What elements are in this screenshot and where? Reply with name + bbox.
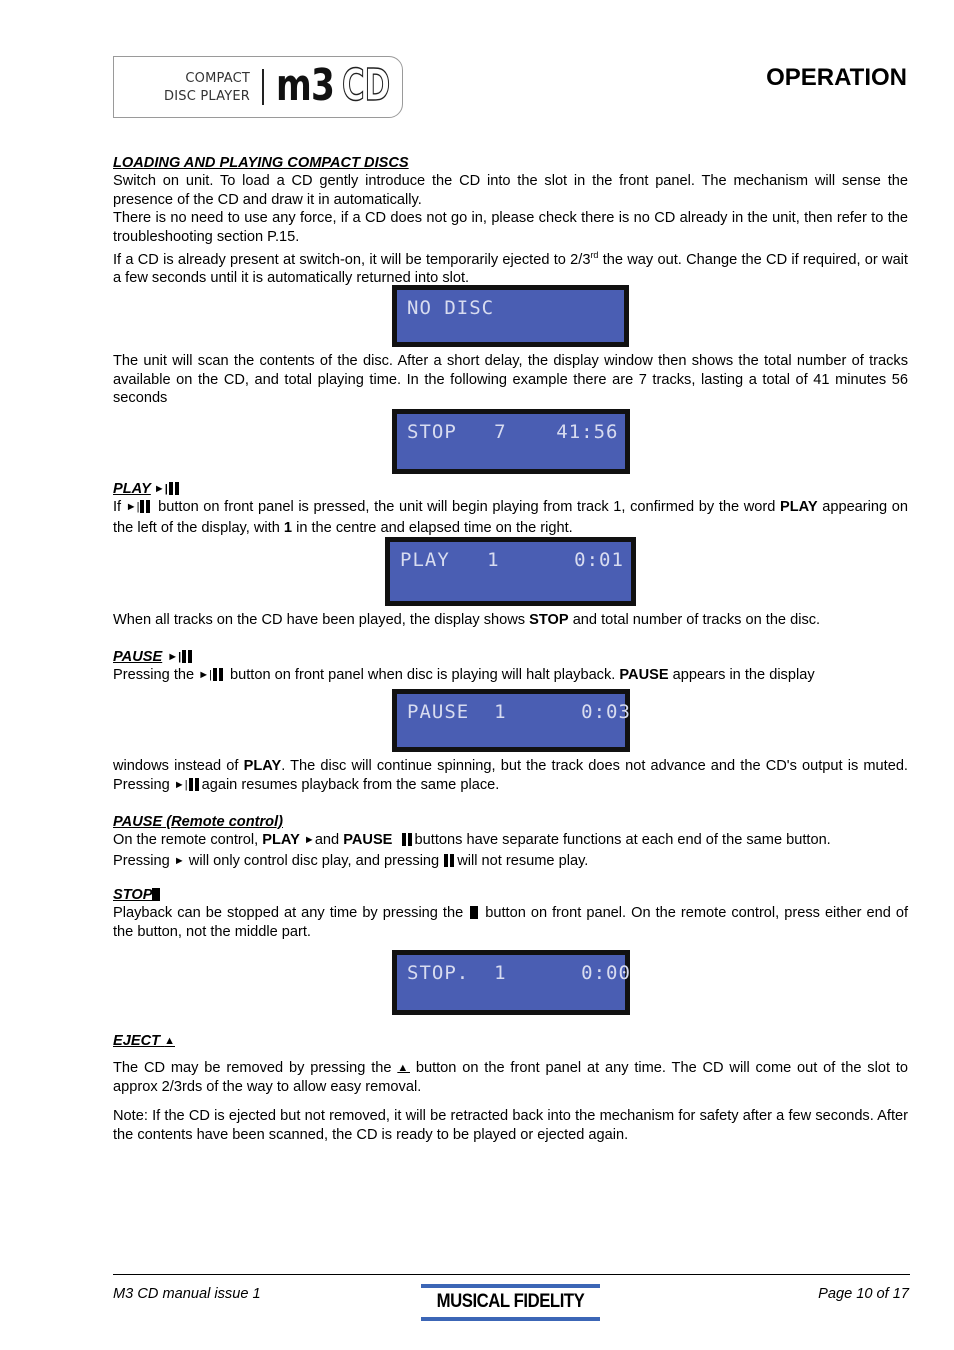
pause-icon	[401, 833, 414, 852]
text: buttons have separate functions at each …	[414, 832, 831, 848]
bold-text: PLAY	[262, 832, 300, 848]
play-pause-icon: ►|	[167, 648, 195, 668]
logo-line-compact: COMPACT	[185, 71, 250, 86]
heading-pause-remote: PAUSE (Remote control)	[113, 814, 284, 830]
stop-icon	[152, 888, 161, 901]
bold-text: STOP	[529, 612, 569, 628]
lcd-text: PLAY 1 0:01	[400, 549, 624, 571]
logo-line-disc-player: DISC PLAYER	[164, 89, 250, 104]
pause-icon	[188, 777, 201, 797]
play-skip-icon: ►|	[198, 669, 212, 681]
eject-note: Note: If the CD is ejected but not remov…	[113, 1108, 908, 1143]
text: The CD may be removed by pressing the	[113, 1060, 398, 1076]
text: and total number of tracks on the disc.	[568, 612, 821, 628]
text: in the centre and elapsed time on the ri…	[292, 519, 573, 536]
lcd-text: PAUSE 1 0:03	[407, 701, 631, 723]
text: and	[314, 832, 344, 848]
footer-page-number: Page 10 of 17	[818, 1286, 909, 1302]
lcd-text: STOP. 1 0:00	[407, 962, 631, 984]
logo-suffix: CD	[342, 59, 391, 111]
play-paragraph-1: If ►| button on front panel is pressed, …	[113, 498, 908, 537]
eject-icon: ▲	[397, 1062, 410, 1074]
heading-eject: EJECT ▲	[113, 1032, 908, 1050]
stop-paragraph: Playback can be stopped at any time by p…	[113, 904, 908, 941]
loading-paragraph-2: There is no need to use any force, if a …	[113, 210, 908, 245]
footer-divider	[113, 1274, 910, 1275]
lcd-display-pause: PAUSE 1 0:03	[392, 689, 630, 752]
stop-icon	[470, 906, 479, 919]
text: When all tracks on the CD have been play…	[113, 612, 530, 628]
eject-icon: ▲	[164, 1035, 175, 1047]
brand-name: MUSICAL FIDELITY	[436, 1291, 585, 1312]
brand-logo: MUSICAL FIDELITY	[421, 1284, 600, 1322]
logo-model: m3	[276, 60, 335, 111]
lcd-display-no-disc: NO DISC	[392, 285, 629, 347]
heading-text: STOP	[113, 887, 153, 903]
heading-text: PLAY	[113, 481, 151, 497]
play-icon: ►	[173, 854, 185, 867]
loading-paragraph-3: If a CD is already present at switch-on,…	[113, 246, 908, 288]
text: appears in the display	[668, 667, 815, 683]
brand-bar-bottom	[421, 1317, 600, 1321]
play-skip-icon: ►|	[125, 501, 140, 513]
heading-text: EJECT	[113, 1033, 161, 1049]
text: Playback can be stopped at any time by p…	[113, 905, 469, 921]
lcd-display-stop-total: STOP 7 41:56	[392, 409, 630, 474]
logo-divider	[262, 69, 264, 105]
play-skip-icon: ►|	[173, 778, 188, 791]
heading-play: PLAY ►|	[113, 480, 908, 500]
lcd-display-play: PLAY 1 0:01	[385, 537, 636, 606]
pause-icon	[444, 853, 456, 873]
text: windows instead of	[113, 758, 244, 774]
play-skip-icon: ►|	[153, 483, 168, 495]
product-logo: COMPACT DISC PLAYER m3 CD	[113, 56, 403, 118]
text: button on front panel is pressed, the un…	[153, 499, 780, 515]
lcd-display-stop: STOP. 1 0:00	[392, 950, 630, 1015]
heading-loading: LOADING AND PLAYING COMPACT DISCS	[113, 155, 409, 171]
play-icon: ►	[303, 834, 315, 846]
pause-icon	[140, 500, 152, 519]
text: If a CD is already present at switch-on,…	[113, 251, 591, 268]
bold-text: PLAY	[243, 758, 282, 774]
heading-stop: STOP	[113, 886, 908, 904]
bold-text: PAUSE	[619, 667, 669, 683]
text: If	[113, 499, 126, 515]
lcd-text: STOP 7 41:56	[407, 421, 619, 443]
text: Pressing	[113, 852, 174, 869]
footer-manual-issue: M3 CD manual issue 1	[113, 1286, 261, 1302]
loading-paragraph-4: The unit will scan the contents of the d…	[113, 353, 908, 406]
text: will only control disc play, and pressin…	[184, 852, 444, 869]
text: Pressing the	[113, 667, 199, 683]
pause-paragraph-1: Pressing the ►| button on front panel wh…	[113, 666, 908, 687]
bold-text: 1	[283, 519, 293, 536]
text: again resumes playback from the same pla…	[201, 776, 500, 793]
heading-pause: PAUSE ►|	[113, 648, 908, 668]
heading-text: PAUSE	[113, 649, 163, 665]
play-skip-icon: ►|	[167, 651, 182, 663]
play-paragraph-2: When all tracks on the CD have been play…	[113, 611, 908, 630]
page-title: OPERATION	[766, 64, 907, 91]
text: button on front panel when disc is playi…	[225, 667, 620, 683]
lcd-text: NO DISC	[407, 297, 495, 319]
eject-paragraph-1: The CD may be removed by pressing the ▲ …	[113, 1059, 908, 1096]
pause-icon	[212, 668, 225, 687]
bold-text: PAUSE	[343, 832, 393, 848]
loading-paragraph-1: Switch on unit. To load a CD gently intr…	[113, 173, 908, 208]
play-pause-icon: ►|	[154, 480, 182, 500]
brand-bar-top	[421, 1284, 600, 1288]
text: On the remote control,	[113, 832, 263, 848]
pause-remote-paragraph: On the remote control, PLAY ►and PAUSE b…	[113, 831, 908, 872]
pause-paragraph-2: windows instead of PLAY. The disc will c…	[113, 757, 908, 796]
text: will not resume play.	[457, 852, 589, 869]
bold-text: PLAY	[780, 499, 818, 515]
